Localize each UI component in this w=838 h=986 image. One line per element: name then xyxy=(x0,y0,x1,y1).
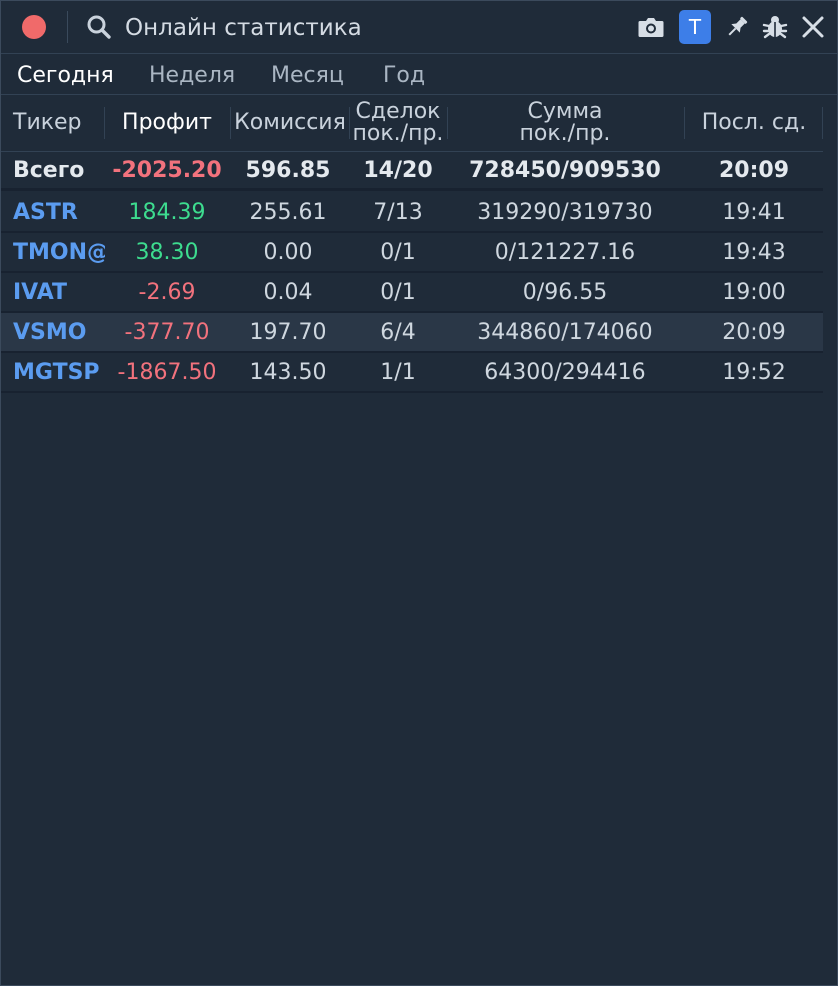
search-icon[interactable] xyxy=(85,13,113,41)
header-deals-line2: пок./пр. xyxy=(352,121,444,146)
sum-cell: 319290/319730 xyxy=(477,199,653,225)
column-divider xyxy=(822,107,823,139)
window-title: Онлайн статистика xyxy=(125,15,362,41)
ticker-mode-button[interactable]: T xyxy=(679,10,711,44)
commission-cell: 0.00 xyxy=(263,239,313,265)
total-commission: 596.85 xyxy=(245,157,331,183)
table-row[interactable]: MGTSP -1867.50 143.50 1/1 64300/294416 1… xyxy=(1,353,823,393)
tab-today[interactable]: Сегодня xyxy=(17,62,114,90)
header-ticker[interactable]: Тикер xyxy=(13,95,103,151)
last-deal-cell: 19:43 xyxy=(722,239,786,265)
total-label: Всего xyxy=(13,157,85,183)
total-profit: -2025.20 xyxy=(112,157,222,183)
last-deal-cell: 19:52 xyxy=(722,359,786,385)
deals-cell: 0/1 xyxy=(380,279,416,305)
table-row[interactable]: IVAT -2.69 0.04 0/1 0/96.55 19:00 xyxy=(1,273,823,313)
deals-cell: 0/1 xyxy=(380,239,416,265)
deals-cell: 7/13 xyxy=(373,199,423,225)
ticker-cell: MGTSP xyxy=(13,359,100,385)
header-last-deal[interactable]: Посл. сд. xyxy=(685,95,823,151)
commission-cell: 255.61 xyxy=(249,199,327,225)
sum-cell: 0/121227.16 xyxy=(494,239,636,265)
commission-cell: 143.50 xyxy=(249,359,327,385)
table-row[interactable]: VSMO -377.70 197.70 6/4 344860/174060 20… xyxy=(1,313,823,353)
header-commission[interactable]: Комиссия xyxy=(231,95,349,151)
profit-cell: -1867.50 xyxy=(117,359,217,385)
tab-year[interactable]: Год xyxy=(383,62,425,90)
total-sum: 728450/909530 xyxy=(469,157,661,183)
header-deals-line1: Сделок xyxy=(355,99,441,124)
total-last-deal: 20:09 xyxy=(718,157,790,183)
deals-cell: 1/1 xyxy=(380,359,416,385)
header-sum-line1: Сумма xyxy=(527,99,603,124)
last-deal-cell: 19:41 xyxy=(722,199,786,225)
last-deal-cell: 19:00 xyxy=(722,279,786,305)
table-header: Тикер Профит Комиссия Сделок пок./пр. Су… xyxy=(1,95,823,152)
commission-cell: 197.70 xyxy=(249,319,327,345)
profit-cell: 38.30 xyxy=(135,239,199,265)
ticker-cell: TMON@ xyxy=(13,239,105,265)
period-tabs: Сегодня Неделя Месяц Год xyxy=(1,54,837,95)
header-deals[interactable]: Сделок пок./пр. xyxy=(349,95,447,151)
sum-cell: 344860/174060 xyxy=(477,319,653,345)
title-bar: Онлайн статистика T xyxy=(1,1,837,54)
bug-icon[interactable] xyxy=(759,11,791,43)
profit-cell: -2.69 xyxy=(138,279,196,305)
divider xyxy=(67,11,68,43)
ticker-cell: VSMO xyxy=(13,319,87,345)
close-window-button[interactable] xyxy=(22,15,46,39)
stats-window: Онлайн статистика T Сегодня Неделя Месяц… xyxy=(0,0,838,986)
pin-icon[interactable] xyxy=(721,11,753,43)
table-row[interactable]: TMON@ 38.30 0.00 0/1 0/121227.16 19:43 xyxy=(1,233,823,273)
header-sum-line2: пок./пр. xyxy=(519,121,611,146)
tab-week[interactable]: Неделя xyxy=(149,62,235,90)
header-sum[interactable]: Сумма пок./пр. xyxy=(447,95,683,151)
tab-month[interactable]: Месяц xyxy=(271,62,344,90)
total-row[interactable]: Всего -2025.20 596.85 14/20 728450/90953… xyxy=(1,152,823,191)
profit-cell: 184.39 xyxy=(128,199,206,225)
last-deal-cell: 20:09 xyxy=(722,319,786,345)
ticker-cell: IVAT xyxy=(13,279,68,305)
table-row[interactable]: ASTR 184.39 255.61 7/13 319290/319730 19… xyxy=(1,193,823,233)
close-icon[interactable] xyxy=(797,11,829,43)
deals-cell: 6/4 xyxy=(380,319,416,345)
sum-cell: 0/96.55 xyxy=(522,279,608,305)
profit-cell: -377.70 xyxy=(124,319,210,345)
camera-icon[interactable] xyxy=(635,11,667,43)
commission-cell: 0.04 xyxy=(263,279,313,305)
header-profit[interactable]: Профит xyxy=(105,95,229,151)
total-deals: 14/20 xyxy=(363,157,433,183)
sum-cell: 64300/294416 xyxy=(484,359,646,385)
ticker-cell: ASTR xyxy=(13,199,78,225)
